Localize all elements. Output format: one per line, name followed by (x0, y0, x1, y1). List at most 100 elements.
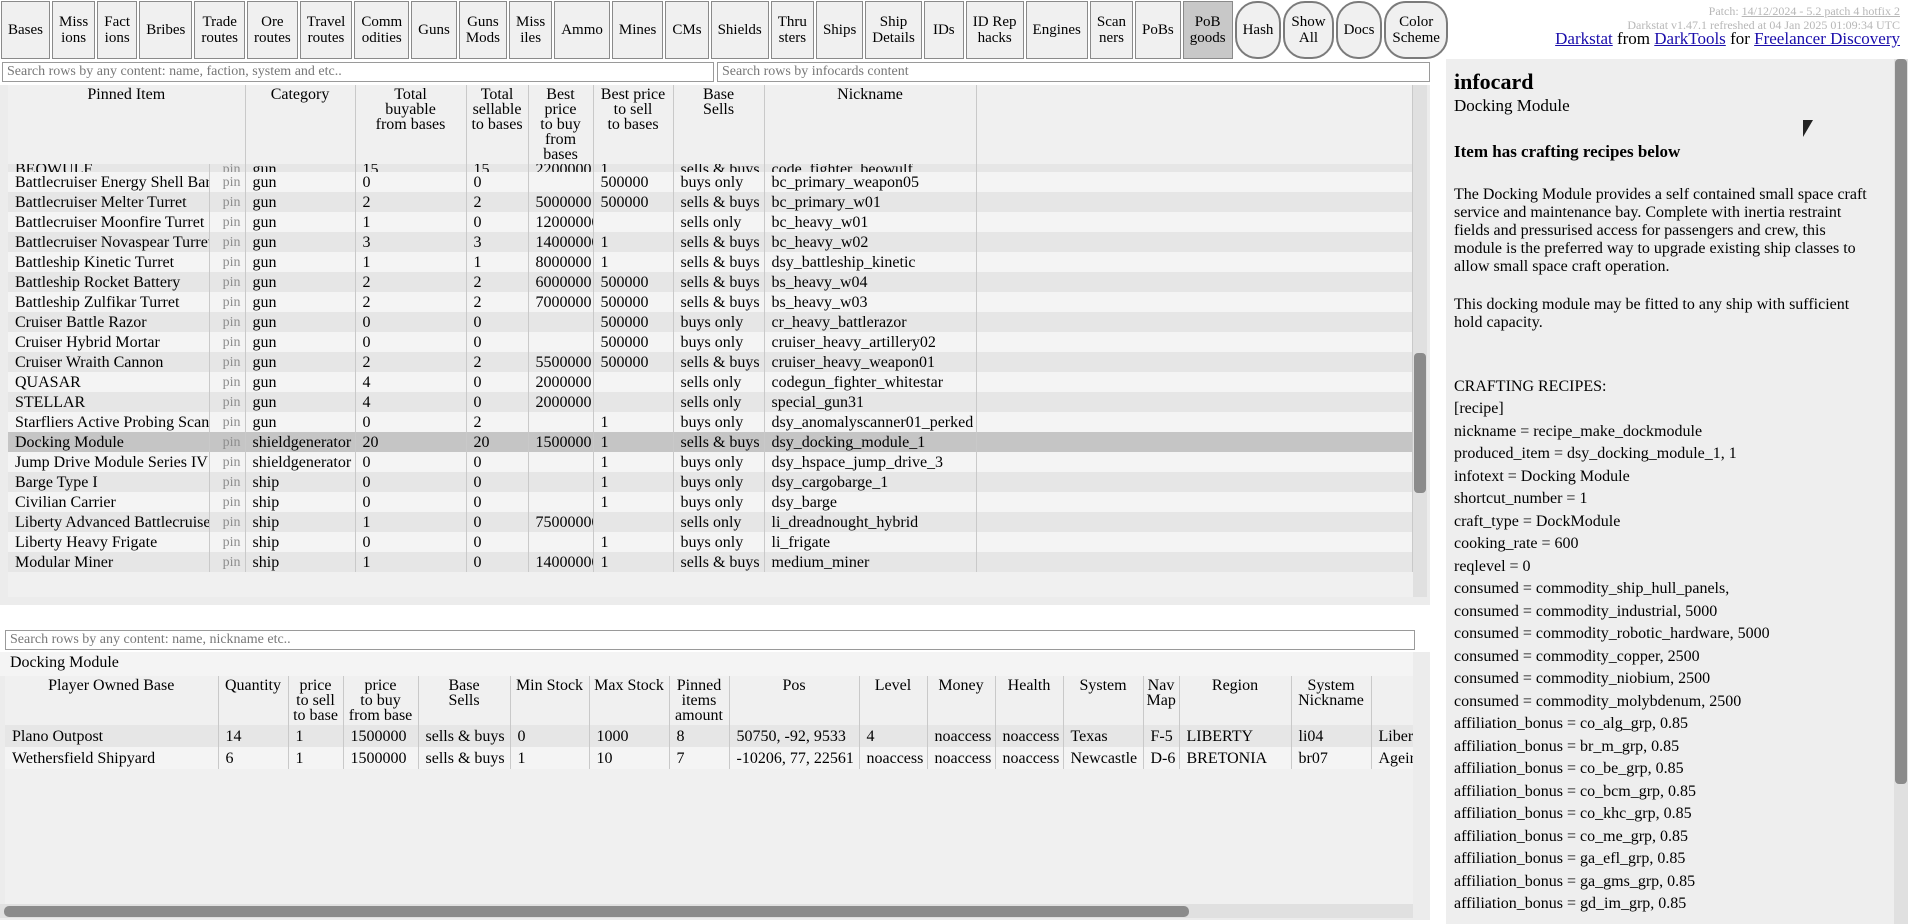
pin-button[interactable]: pin (209, 312, 246, 332)
infocard-scrollbar[interactable] (1894, 59, 1908, 924)
pin-button[interactable]: pin (209, 452, 246, 472)
nav-travelroutes-button[interactable]: Travel routes (299, 1, 353, 59)
nav-hash-button[interactable]: Hash (1234, 1, 1282, 59)
nav-colorscheme-button[interactable]: Color Scheme (1384, 1, 1448, 59)
items-col-header[interactable]: Base Sells (673, 85, 765, 164)
infocard-scroll-thumb[interactable] (1895, 59, 1907, 784)
pin-button[interactable]: pin (209, 412, 246, 432)
bases-col-header[interactable]: Player Owned Base (5, 676, 219, 725)
bases-col-header[interactable]: Base Sells (418, 676, 511, 725)
nav-ids-button[interactable]: IDs (923, 1, 964, 59)
items-col-header[interactable]: Category (245, 85, 356, 164)
nav-ships-button[interactable]: Ships (815, 1, 864, 59)
freelancer-discovery-link[interactable]: Freelancer Discovery (1754, 29, 1900, 48)
search-input[interactable] (2, 62, 714, 82)
bases-col-header[interactable]: Health (995, 676, 1064, 725)
table-row[interactable]: Battlecruiser Melter Turret pin gun 2 2 50000… (8, 192, 1413, 212)
pin-button[interactable]: pin (209, 532, 246, 552)
pin-button[interactable]: pin (209, 492, 246, 512)
bases-col-header[interactable]: Money (927, 676, 996, 725)
pin-button[interactable]: pin (209, 164, 246, 172)
table-row[interactable]: Jump Drive Module Series IV pin shieldgene… (8, 452, 1413, 472)
nav-oreroutes-button[interactable]: Ore routes (247, 1, 298, 59)
infocard-search-input[interactable] (717, 62, 1430, 82)
nav-id-rephacks-button[interactable]: ID Rep hacks (965, 1, 1024, 59)
nav-factions-button[interactable]: Fact ions (97, 1, 138, 59)
table-row[interactable]: Modular Minerpinship10140000001sells & b… (8, 552, 1413, 572)
items-table-scrollbar[interactable] (1413, 85, 1427, 597)
pin-button[interactable]: pin (209, 432, 246, 452)
table-row[interactable]: Liberty Advanced Battlecruiser pin ship 1 0 7… (8, 512, 1413, 532)
nav-showall-button[interactable]: Show All (1283, 1, 1334, 59)
pin-button[interactable]: pin (209, 252, 246, 272)
table-row[interactable]: Battleship Zulfikar Turret pin gun 2 2 700000… (8, 292, 1413, 312)
bases-table-hscrollbar[interactable] (0, 904, 1413, 918)
items-col-header[interactable]: Pinned Item (8, 85, 246, 164)
bases-col-header[interactable] (1371, 676, 1413, 725)
bases-col-header[interactable]: price to sell to base (288, 676, 344, 725)
items-col-header[interactable]: Best price to sell to bases (593, 85, 674, 164)
nav-traderoutes-button[interactable]: Trade routes (194, 1, 246, 59)
table-row[interactable]: Wethersfield Shipyard 6 1 1500000 sells & bu… (5, 747, 1413, 769)
pin-button[interactable]: pin (209, 212, 246, 232)
bases-col-header[interactable]: Region (1179, 676, 1292, 725)
pin-button[interactable]: pin (209, 472, 246, 492)
nav-bases-button[interactable]: Bases (1, 1, 50, 59)
nav-pobgoods-button[interactable]: PoB goods (1182, 1, 1233, 59)
table-row[interactable]: Civilian Carrier pin ship 0 0 1 buys only dsy_b… (8, 492, 1413, 512)
nav-engines-button[interactable]: Engines (1025, 1, 1088, 59)
bases-search-input[interactable] (5, 630, 1415, 650)
pin-button[interactable]: pin (209, 372, 246, 392)
items-col-header[interactable]: Total sellable to bases (466, 85, 529, 164)
items-col-header[interactable]: Best price to buy from bases (528, 85, 594, 164)
table-row[interactable]: Battlecruiser Novaspear Turret pin gun 3 3 14… (8, 232, 1413, 252)
table-row[interactable]: Barge Type Ipin ship 0 0 1 buys only dsy_cargo… (8, 472, 1413, 492)
bases-col-header[interactable]: System (1063, 676, 1144, 725)
nav-missiles-button[interactable]: Miss iles (509, 1, 553, 59)
bases-table-hscroll-thumb[interactable] (4, 906, 1189, 917)
nav-thrusters-button[interactable]: Thru sters (770, 1, 814, 59)
pin-button[interactable]: pin (209, 332, 246, 352)
nav-docs-button[interactable]: Docs (1335, 1, 1383, 59)
table-row[interactable]: Battlecruiser Moonfire Turret pin gun 1 0 120… (8, 212, 1413, 232)
pin-button[interactable]: pin (209, 552, 246, 572)
nav-cms-button[interactable]: CMs (665, 1, 709, 59)
nav-missions-button[interactable]: Miss ions (52, 1, 96, 59)
table-row[interactable]: Plano Outpost 14 1 1500000 sells & buys 0 1000… (5, 725, 1413, 747)
table-row[interactable]: QUASAR pin gun 4 0 2000000 sells only codegun_f… (8, 372, 1413, 392)
items-col-header[interactable]: Nickname (764, 85, 977, 164)
table-row[interactable]: BEOWULFpingun151522000001sells & buyscod… (8, 164, 1413, 172)
pin-button[interactable]: pin (209, 392, 246, 412)
bases-col-header[interactable]: Quantity (218, 676, 289, 725)
items-col-header[interactable]: Total buyable from bases (355, 85, 467, 164)
nav-shields-button[interactable]: Shields (710, 1, 769, 59)
bases-col-header[interactable]: Pos (729, 676, 860, 725)
pin-button[interactable]: pin (209, 512, 246, 532)
pin-button[interactable]: pin (209, 292, 246, 312)
nav-mines-button[interactable]: Mines (611, 1, 664, 59)
bases-col-header[interactable]: Min Stock (510, 676, 590, 725)
table-row[interactable]: Cruiser Hybrid Mortar pin gun 0 0 500000 buys … (8, 332, 1413, 352)
nav-pobs-button[interactable]: PoBs (1135, 1, 1181, 59)
darkstat-link[interactable]: Darkstat (1555, 29, 1613, 48)
nav-commodities-button[interactable]: Comm odities (354, 1, 410, 59)
pin-button[interactable]: pin (209, 352, 246, 372)
pin-button[interactable]: pin (209, 192, 246, 212)
pin-button[interactable]: pin (209, 272, 246, 292)
bases-col-header[interactable]: Pinned items amount (669, 676, 730, 725)
table-row[interactable]: Battlecruiser Energy Shell Barragepingun… (8, 172, 1413, 192)
darktools-link[interactable]: DarkTools (1654, 29, 1726, 48)
table-row[interactable]: Starfliers Active Probing Scanner pin gun 0… (8, 412, 1413, 432)
patch-link[interactable]: 14/12/2024 - 5.2 patch 4 hotfix 2 (1742, 4, 1900, 18)
table-row[interactable]: Docking Module pin shieldgenerator 20 20 1500… (8, 432, 1413, 452)
nav-gunsmods-button[interactable]: Guns Mods (458, 1, 508, 59)
nav-guns-button[interactable]: Guns (411, 1, 457, 59)
table-row[interactable]: Liberty Heavy Frigate pin ship 0 0 1 buys only… (8, 532, 1413, 552)
table-row[interactable]: Battleship Kinetic Turret pin gun 1 1 8000000… (8, 252, 1413, 272)
pin-button[interactable]: pin (209, 232, 246, 252)
pin-button[interactable]: pin (209, 172, 246, 192)
bases-col-header[interactable]: System Nickname (1291, 676, 1372, 725)
nav-shipdetails-button[interactable]: Ship Details (865, 1, 922, 59)
items-table-scroll-thumb[interactable] (1414, 353, 1426, 493)
nav-bribes-button[interactable]: Bribes (139, 1, 193, 59)
